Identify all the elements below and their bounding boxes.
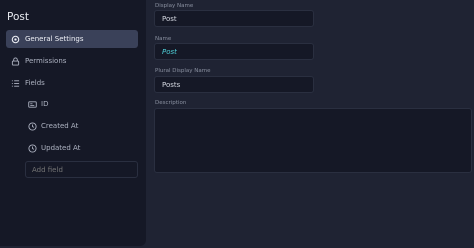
description-label: Description [155,100,187,106]
field-label: Updated At [41,144,81,152]
nav-label: General Settings [25,35,84,43]
display-name-label: Display Name [155,3,194,9]
field-item-updated-at[interactable]: Updated At [28,141,80,155]
clock-icon [28,143,37,153]
nav-general-settings[interactable]: General Settings [6,30,138,48]
field-label: ID [41,100,49,108]
field-item-id[interactable]: ID [28,97,48,111]
sidebar: Post General Settings Permissions Fields… [0,0,146,246]
display-name-input[interactable]: Post [154,10,314,27]
field-label: Created At [41,122,79,130]
plural-display-name-input[interactable]: Posts [154,76,314,93]
plural-display-name-label: Plural Display Name [155,68,211,74]
clock-icon [28,121,37,131]
description-textarea[interactable] [154,108,472,173]
sidebar-title: Post [7,11,29,23]
gear-icon [11,35,20,44]
lock-icon [11,56,20,66]
field-item-created-at[interactable]: Created At [28,119,78,133]
nav-fields[interactable]: Fields [6,74,138,92]
nav-permissions[interactable]: Permissions [6,52,138,70]
name-input[interactable]: Post [154,43,314,60]
nav-label: Permissions [25,57,67,65]
add-field-input[interactable] [25,161,138,178]
nav-label: Fields [25,79,45,87]
list-icon [11,79,20,88]
name-label: Name [155,36,172,42]
id-card-icon [28,100,37,109]
